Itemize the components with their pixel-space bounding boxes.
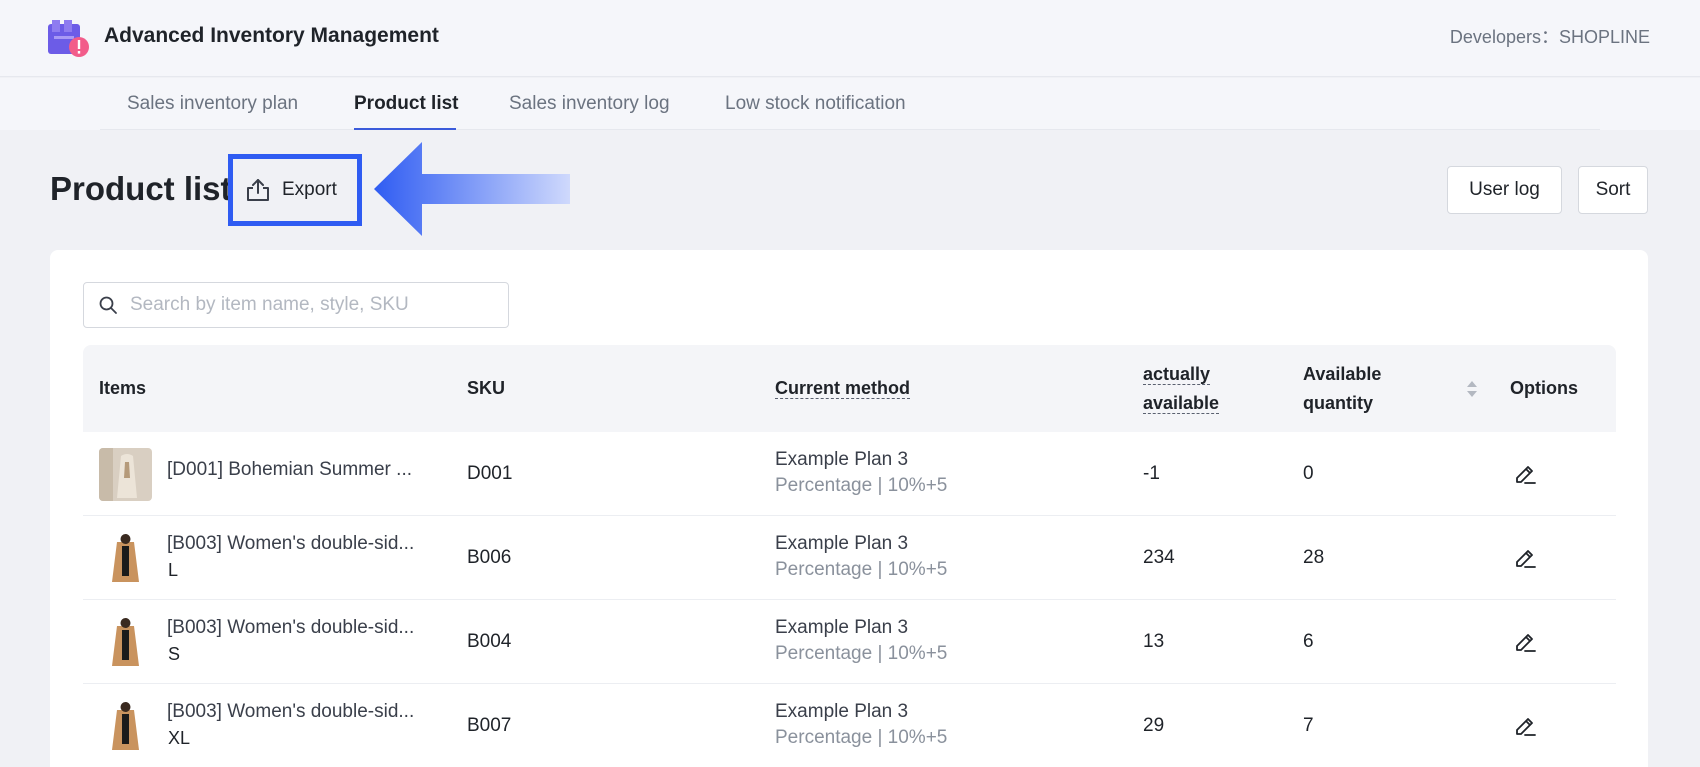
table-row[interactable]: [B003] Women's double-sid... L B006 Exam… (83, 516, 1616, 600)
app-header: Advanced Inventory Management Developers… (0, 0, 1700, 77)
active-tab-indicator (354, 128, 456, 130)
plan-detail: Percentage | 10%+5 (775, 643, 948, 664)
table-row[interactable]: [B003] Women's double-sid... XL B007 Exa… (83, 684, 1616, 767)
sort-button[interactable]: Sort (1578, 166, 1648, 214)
actually-available-cell: 13 (1143, 631, 1165, 652)
actually-available-cell: 234 (1143, 547, 1175, 568)
available-quantity-cell: 0 (1303, 463, 1314, 484)
plan-name: Example Plan 3 (775, 617, 909, 638)
table-row[interactable]: [D001] Bohemian Summer ... D001 Example … (83, 432, 1616, 516)
edit-icon[interactable] (1513, 713, 1537, 737)
table-header: Items SKU Current method actually availa… (83, 345, 1616, 432)
actually-available-cell: 29 (1143, 715, 1165, 736)
available-quantity-cell: 7 (1303, 715, 1314, 736)
available-quantity-cell: 6 (1303, 631, 1314, 652)
app-title: Advanced Inventory Management (104, 24, 439, 47)
pointer-arrow-icon (374, 142, 570, 236)
header-actually-available-line2: available (1143, 393, 1220, 414)
sku-cell: B004 (467, 631, 512, 652)
item-name: [B003] Women's double-sid... (167, 617, 415, 638)
header-actually-available-line1: actually (1143, 364, 1211, 385)
edit-icon[interactable] (1513, 545, 1537, 569)
sku-cell: B006 (467, 547, 512, 568)
header-available-quantity[interactable]: Available quantity (1303, 360, 1381, 418)
table-row[interactable]: [B003] Women's double-sid... S B004 Exam… (83, 600, 1616, 684)
sku-cell: B007 (467, 715, 512, 736)
plan-name: Example Plan 3 (775, 533, 909, 554)
product-thumbnail (99, 532, 152, 585)
plan-detail: Percentage | 10%+5 (775, 727, 948, 748)
item-variant: XL (168, 728, 191, 748)
tab-sales-inventory-plan[interactable]: Sales inventory plan (127, 92, 298, 116)
header-available-quantity-line1: Available (1303, 364, 1382, 384)
search-input[interactable] (130, 294, 490, 316)
tab-divider (100, 129, 1600, 130)
search-icon (99, 296, 117, 314)
export-label: Export (282, 179, 337, 200)
item-variant: L (168, 560, 179, 580)
sku-cell: D001 (467, 463, 513, 484)
header-current-method[interactable]: Current method (775, 374, 910, 403)
header-items: Items (99, 378, 147, 398)
item-name: [D001] Bohemian Summer ... (167, 459, 412, 480)
user-log-button[interactable]: User log (1447, 166, 1562, 214)
product-thumbnail (99, 616, 152, 669)
inventory-box-alert-icon (48, 20, 89, 57)
page-title: Product list (50, 170, 232, 207)
developer-label: Developers：SHOPLINE (1449, 27, 1650, 47)
header-current-method-label: Current method (775, 378, 910, 399)
header-actually-available[interactable]: actually available (1143, 360, 1220, 418)
item-variant: S (168, 644, 181, 664)
edit-icon[interactable] (1513, 629, 1537, 653)
product-thumbnail (99, 700, 152, 753)
plan-name: Example Plan 3 (775, 701, 909, 722)
search-box[interactable] (83, 282, 509, 328)
tab-product-list[interactable]: Product list (354, 92, 459, 116)
header-sku: SKU (467, 378, 506, 398)
available-quantity-cell: 28 (1303, 547, 1325, 568)
product-thumbnail (99, 448, 152, 501)
tab-bar: Sales inventory plan Product list Sales … (0, 78, 1700, 130)
upload-icon (247, 179, 269, 201)
actually-available-cell: -1 (1143, 463, 1160, 484)
tab-sales-inventory-log[interactable]: Sales inventory log (509, 92, 670, 116)
tab-low-stock-notification[interactable]: Low stock notification (725, 92, 906, 116)
header-available-quantity-line2: quantity (1303, 393, 1373, 413)
header-options: Options (1510, 378, 1578, 398)
plan-name: Example Plan 3 (775, 449, 909, 470)
item-name: [B003] Women's double-sid... (167, 701, 415, 722)
plan-detail: Percentage | 10%+5 (775, 559, 948, 580)
edit-icon[interactable] (1513, 461, 1537, 485)
item-name: [B003] Women's double-sid... (167, 533, 415, 554)
sort-arrows-icon[interactable] (1466, 379, 1478, 399)
export-button[interactable]: Export (228, 154, 362, 226)
plan-detail: Percentage | 10%+5 (775, 475, 948, 496)
